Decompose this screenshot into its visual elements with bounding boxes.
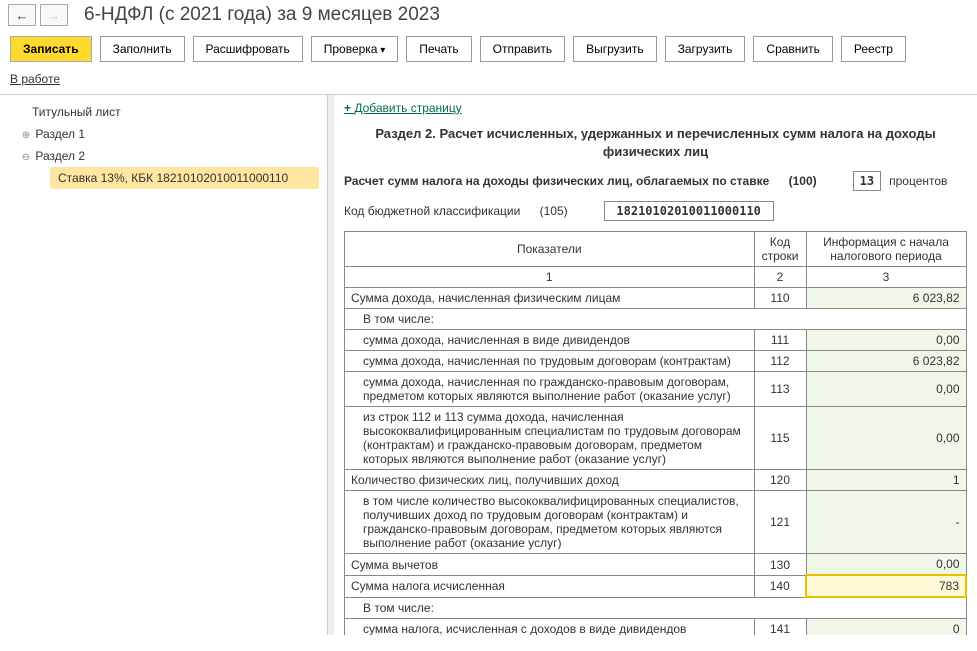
table-row: Сумма налога исчисленная140783	[345, 575, 967, 597]
kbk-line: Код бюджетной классификации (105) 182101…	[344, 201, 967, 221]
tree-section2-label: Раздел 2	[35, 149, 85, 163]
table-row: В том числе:	[345, 597, 967, 619]
collapse-icon[interactable]: ⊖	[20, 152, 32, 163]
table-row: Сумма вычетов1300,00	[345, 554, 967, 576]
send-button[interactable]: Отправить	[480, 36, 566, 62]
row-value[interactable]: 0,00	[806, 554, 966, 576]
row-value[interactable]: 0,00	[806, 330, 966, 351]
status-bar: В работе	[0, 68, 977, 94]
row-label: Сумма налога исчисленная	[345, 575, 755, 597]
tree-panel: Титульный лист ⊕ Раздел 1 ⊖ Раздел 2 Ста…	[0, 95, 328, 635]
table-row: В том числе:	[345, 309, 967, 330]
row-value[interactable]: 1	[806, 470, 966, 491]
row-code: 141	[754, 619, 806, 635]
save-button[interactable]: Записать	[10, 36, 92, 62]
rate-line: Расчет сумм налога на доходы физических …	[344, 171, 967, 191]
row-label: сумма налога, исчисленная с доходов в ви…	[345, 619, 755, 635]
content-area: Титульный лист ⊕ Раздел 1 ⊖ Раздел 2 Ста…	[0, 94, 977, 635]
row-code: 111	[754, 330, 806, 351]
row-value[interactable]: 0,00	[806, 372, 966, 407]
toolbar: Записать Заполнить Расшифровать Проверка…	[0, 30, 977, 68]
table-row: сумма дохода, начисленная по гражданско-…	[345, 372, 967, 407]
row-code: 115	[754, 407, 806, 470]
row-value[interactable]: -	[806, 491, 966, 554]
check-button[interactable]: Проверка	[311, 36, 399, 62]
tree-selected-item[interactable]: Ставка 13%, КБК 18210102010011000110	[50, 167, 319, 189]
row-code: 112	[754, 351, 806, 372]
right-panel: Добавить страницу Раздел 2. Расчет исчис…	[334, 95, 977, 635]
row-value[interactable]: 6 023,82	[806, 351, 966, 372]
th-indicator: Показатели	[345, 232, 755, 267]
fill-button[interactable]: Заполнить	[100, 36, 185, 62]
decode-button[interactable]: Расшифровать	[193, 36, 303, 62]
th-code: Код строки	[754, 232, 806, 267]
top-nav: ← → 6-НДФЛ (с 2021 года) за 9 месяцев 20…	[0, 0, 977, 30]
kbk-input[interactable]: 18210102010011000110	[604, 201, 774, 221]
rate-line-text: Расчет сумм налога на доходы физических …	[344, 174, 769, 188]
expand-icon[interactable]: ⊕	[20, 130, 32, 141]
status-link[interactable]: В работе	[10, 72, 60, 86]
table-row: Количество физических лиц, получивших до…	[345, 470, 967, 491]
row-label: Сумма вычетов	[345, 554, 755, 576]
add-page-link[interactable]: Добавить страницу	[344, 101, 462, 115]
th-c2: 2	[754, 267, 806, 288]
rate-line-code: (100)	[789, 174, 817, 188]
table-row: из строк 112 и 113 сумма дохода, начисле…	[345, 407, 967, 470]
page-title: 6-НДФЛ (с 2021 года) за 9 месяцев 2023	[84, 4, 440, 26]
table-row: в том числе количество высококвалифициро…	[345, 491, 967, 554]
row-code: 121	[754, 491, 806, 554]
nav-back-button[interactable]: ←	[8, 4, 36, 26]
compare-button[interactable]: Сравнить	[753, 36, 832, 62]
percent-label: процентов	[889, 174, 947, 188]
row-value[interactable]: 0	[806, 619, 966, 635]
row-sub-label: В том числе:	[345, 597, 967, 619]
row-label: в том числе количество высококвалифициро…	[345, 491, 755, 554]
row-code: 113	[754, 372, 806, 407]
kbk-label: Код бюджетной классификации	[344, 204, 520, 218]
th-c3: 3	[806, 267, 966, 288]
row-code: 120	[754, 470, 806, 491]
import-button[interactable]: Загрузить	[665, 36, 746, 62]
table-row: сумма налога, исчисленная с доходов в ви…	[345, 619, 967, 635]
th-c1: 1	[345, 267, 755, 288]
export-button[interactable]: Выгрузить	[573, 36, 657, 62]
row-code: 130	[754, 554, 806, 576]
row-value[interactable]: 783	[806, 575, 966, 597]
tree-section1-label: Раздел 1	[35, 127, 85, 141]
th-info: Информация с начала налогового периода	[806, 232, 966, 267]
tree-title-page[interactable]: Титульный лист	[0, 101, 327, 123]
row-label: сумма дохода, начисленная по гражданско-…	[345, 372, 755, 407]
rate-input[interactable]: 13	[853, 171, 881, 191]
tree-section2[interactable]: ⊖ Раздел 2	[0, 145, 327, 167]
row-label: Сумма дохода, начисленная физическим лиц…	[345, 288, 755, 309]
row-code: 140	[754, 575, 806, 597]
row-label: сумма дохода, начисленная в виде дивиден…	[345, 330, 755, 351]
kbk-code-label: (105)	[540, 204, 568, 218]
table-row: сумма дохода, начисленная по трудовым до…	[345, 351, 967, 372]
row-value[interactable]: 6 023,82	[806, 288, 966, 309]
tree-section1[interactable]: ⊕ Раздел 1	[0, 123, 327, 145]
row-label: из строк 112 и 113 сумма дохода, начисле…	[345, 407, 755, 470]
report-table: Показатели Код строки Информация с начал…	[344, 231, 967, 635]
row-label: сумма дохода, начисленная по трудовым до…	[345, 351, 755, 372]
row-code: 110	[754, 288, 806, 309]
nav-forward-button[interactable]: →	[40, 4, 68, 26]
row-label: Количество физических лиц, получивших до…	[345, 470, 755, 491]
table-row: сумма дохода, начисленная в виде дивиден…	[345, 330, 967, 351]
section-heading: Раздел 2. Расчет исчисленных, удержанных…	[344, 125, 967, 161]
registry-button[interactable]: Реестр	[841, 36, 906, 62]
print-button[interactable]: Печать	[406, 36, 471, 62]
row-value[interactable]: 0,00	[806, 407, 966, 470]
row-sub-label: В том числе:	[345, 309, 967, 330]
table-row: Сумма дохода, начисленная физическим лиц…	[345, 288, 967, 309]
